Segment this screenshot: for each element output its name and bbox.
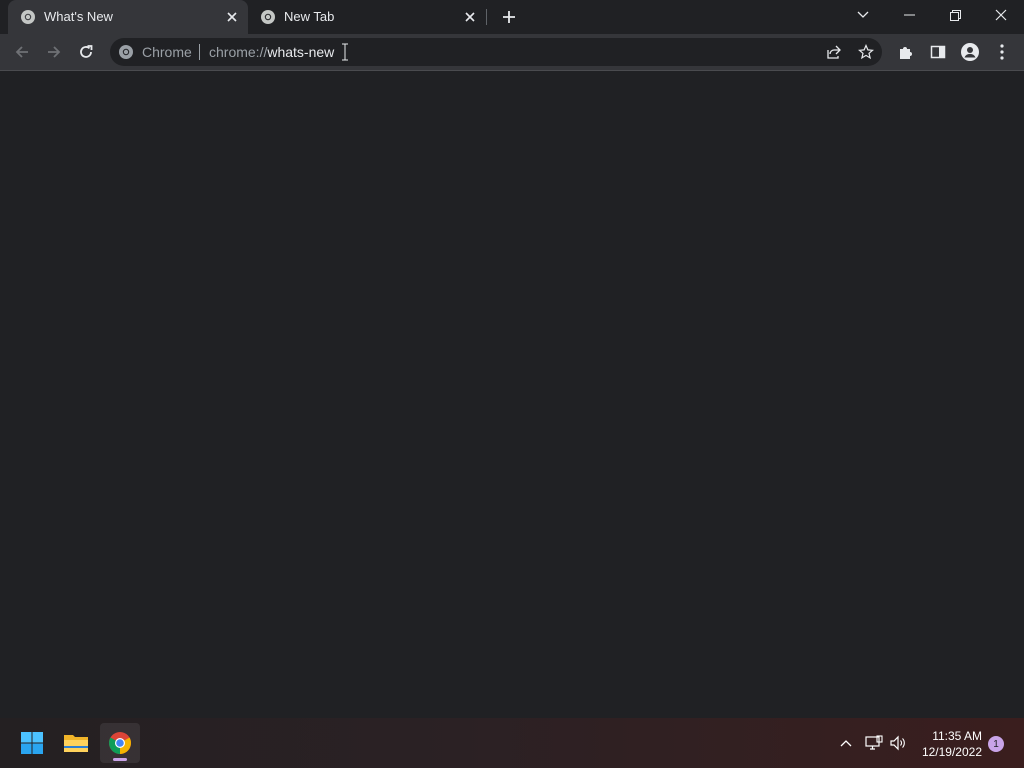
text-cursor-icon [342,43,348,61]
network-icon [865,735,883,750]
share-button[interactable] [824,42,844,62]
url-text[interactable]: chrome://whats-new [209,44,334,60]
show-hidden-icons-button[interactable] [836,733,856,753]
minimize-icon [903,14,915,16]
windows-icon [21,732,43,754]
tab-search-button[interactable] [840,0,886,30]
reload-button[interactable] [72,38,100,66]
restore-icon [949,9,961,21]
tab-title: New Tab [284,9,335,24]
chevron-down-icon [857,11,869,18]
puzzle-icon [900,47,912,59]
volume-icon [890,735,905,751]
close-tab-icon[interactable] [462,9,478,25]
clock-time: 11:35 AM [932,729,982,743]
arrow-right-icon [48,46,61,58]
network-button[interactable] [864,733,884,753]
chrome-icon [119,45,133,59]
new-tab-button[interactable] [498,6,520,28]
notification-badge[interactable]: 1 [988,736,1004,752]
share-icon [827,45,841,59]
bookmark-button[interactable] [856,42,876,62]
chrome-icon [21,10,35,24]
close-window-button[interactable] [978,0,1024,30]
minimize-button[interactable] [886,0,932,30]
active-app-indicator [113,758,127,761]
arrow-left-icon [15,46,28,58]
person-icon [961,43,979,61]
star-icon [858,44,874,60]
menu-button[interactable] [988,38,1016,66]
extensions-button[interactable] [892,38,920,66]
chevron-up-icon [840,740,852,747]
clock-date: 12/19/2022 [921,745,982,759]
more-vert-icon [1000,44,1004,60]
tab-whats-new[interactable]: What's New [8,0,248,34]
side-panel-button[interactable] [924,38,952,66]
site-label: Chrome [142,44,192,60]
tab-divider [486,9,487,25]
plus-icon [503,11,515,23]
tab-new-tab[interactable]: New Tab [248,0,486,34]
clock[interactable]: 11:35 AM 12/19/2022 [914,728,982,760]
side-panel-icon [930,45,946,59]
omnibox-separator [199,44,200,60]
close-icon [995,9,1007,21]
tab-strip: What's New New Tab [0,0,1024,34]
folder-icon [64,735,88,752]
forward-button[interactable] [40,38,68,66]
file-explorer-button[interactable] [56,723,96,763]
chrome-taskbar-button[interactable] [100,723,140,763]
taskbar: 11:35 AM 12/19/2022 [0,718,1024,768]
chrome-color-icon [109,732,131,754]
volume-button[interactable] [888,733,908,753]
back-button[interactable] [8,38,36,66]
profile-button[interactable] [956,38,984,66]
reload-icon [80,45,93,58]
chrome-icon [261,10,275,24]
restore-button[interactable] [932,0,978,30]
url-host: whats-new [267,44,335,60]
address-bar[interactable]: Chrome chrome://whats-new [110,38,882,66]
url-scheme: chrome:// [209,44,268,60]
page-content [0,71,1024,718]
tab-title: What's New [44,9,113,24]
close-tab-icon[interactable] [224,9,240,25]
start-button[interactable] [12,723,52,763]
